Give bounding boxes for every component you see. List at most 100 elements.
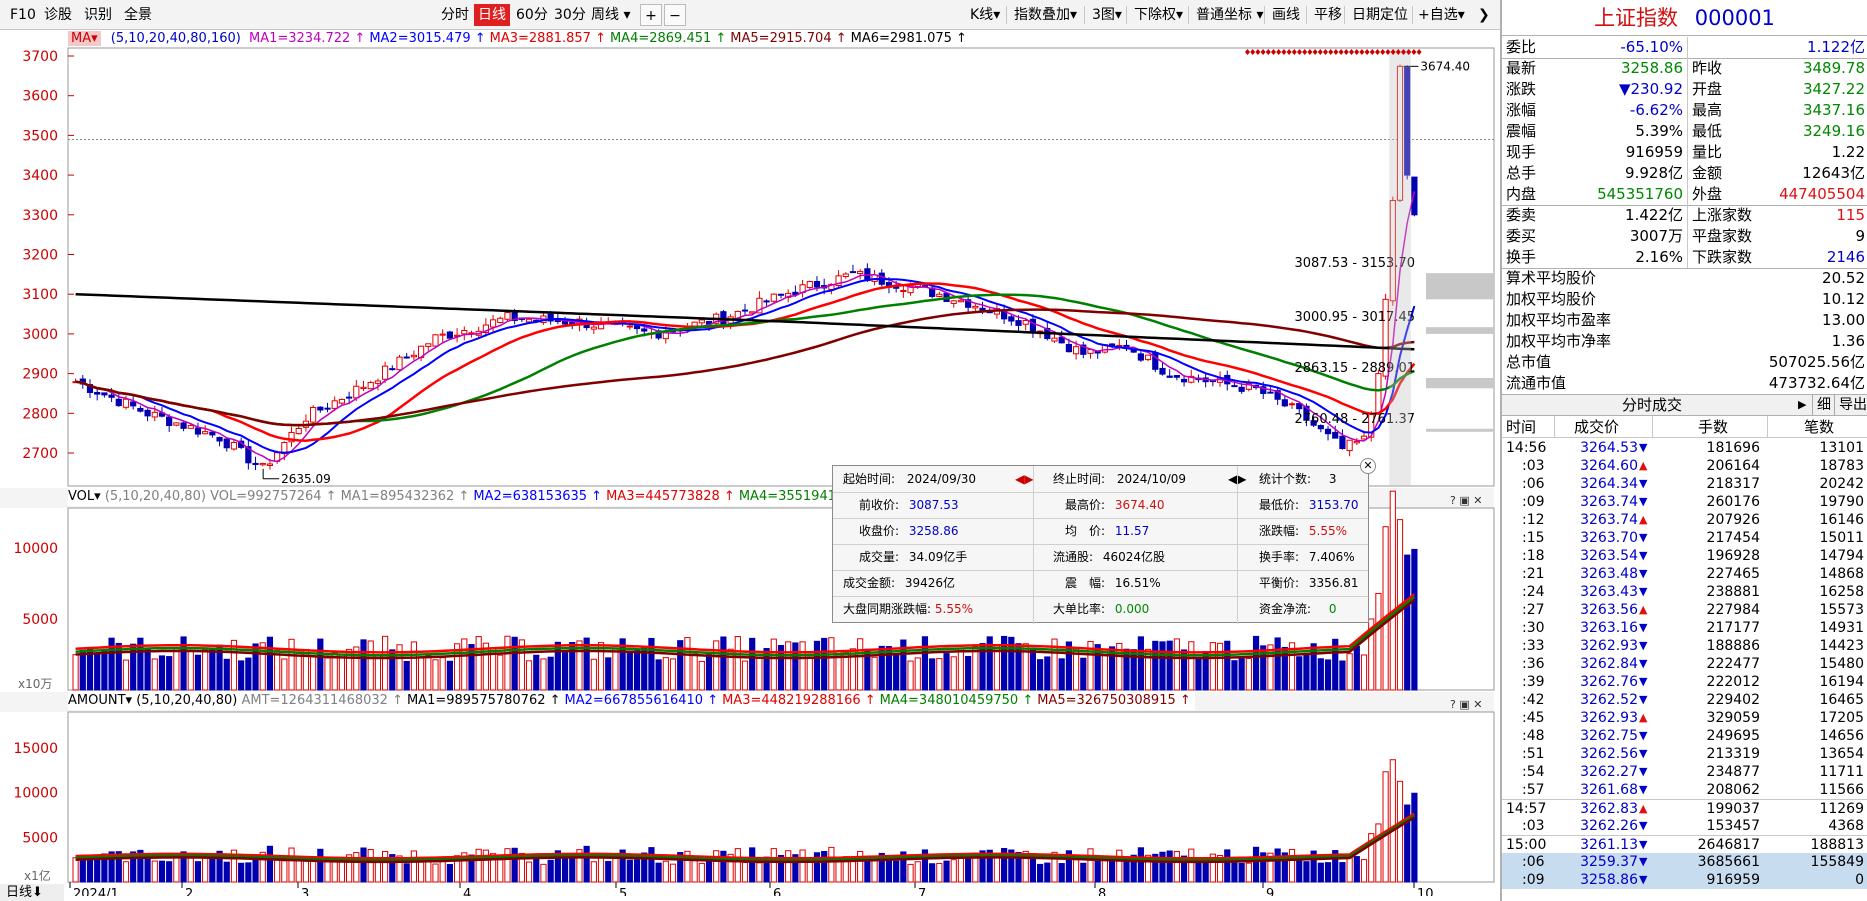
period-tab-weekly[interactable]: 周线 ▾ xyxy=(587,4,634,26)
candle-body xyxy=(806,281,813,288)
close-popup-icon[interactable]: ✕ xyxy=(1360,458,1376,474)
identify-button[interactable]: 识别 xyxy=(80,4,116,26)
trade-row[interactable]: :33 3262.93 ▼ 188886 14423 xyxy=(1502,637,1867,655)
add-favorite-label: +自选 xyxy=(1418,7,1458,23)
trade-row[interactable]: :18 3263.54 ▼ 196928 14794 xyxy=(1502,547,1867,565)
quote-value: 3258.86 xyxy=(1620,59,1683,77)
quote-cell-0-0: 委比 -65.10% xyxy=(1502,37,1687,58)
trade-row[interactable]: :06 3259.37 ▼ 3685661 155849 xyxy=(1502,853,1867,871)
date-locate-button[interactable]: 日期定位 xyxy=(1348,4,1412,26)
collapse-icon[interactable]: ❯ xyxy=(1474,4,1494,26)
trade-time: :09 xyxy=(1522,872,1545,888)
amount-bar xyxy=(281,860,288,883)
start-time-stepper-icon[interactable]: ◀▶ xyxy=(1015,466,1033,492)
draw-line-button[interactable]: 画线 xyxy=(1268,4,1304,26)
trade-row[interactable]: 14:57 3262.83 ▲ 199037 11269 xyxy=(1502,799,1867,817)
trade-row[interactable]: :03 3264.60 ▲ 206164 18783 xyxy=(1502,457,1867,475)
vol-indicator-selector[interactable]: VOL▾ xyxy=(68,489,105,504)
trade-row[interactable]: :36 3262.84 ▼ 222477 15480 xyxy=(1502,655,1867,673)
close-value: 3258.86 xyxy=(908,524,959,538)
trade-row[interactable]: :09 3263.74 ▼ 260176 19790 xyxy=(1502,493,1867,511)
adjust-menu[interactable]: 下除权▾ xyxy=(1130,4,1187,26)
period-tab-30min[interactable]: 30分 xyxy=(550,4,590,26)
panorama-button[interactable]: 全景 xyxy=(120,4,156,26)
amount-value-2: MA1=989575780762 ↑ xyxy=(406,693,561,708)
amount-indicator-selector[interactable]: AMOUNT▾ xyxy=(68,693,136,708)
chart-canvas[interactable]: 3700360035003400330032003100300029002800… xyxy=(0,30,1500,896)
candle-body xyxy=(389,368,396,371)
trade-row[interactable]: :39 3262.76 ▼ 222012 16194 xyxy=(1502,673,1867,691)
selection-marker xyxy=(1411,49,1417,55)
amount-bar xyxy=(871,859,878,883)
candle-body xyxy=(1238,386,1245,392)
trade-row[interactable]: :24 3263.43 ▼ 238881 16258 xyxy=(1502,583,1867,601)
price-axis-label: 3500 xyxy=(22,128,58,144)
period-tab-60min[interactable]: 60分 xyxy=(512,4,552,26)
price-axis-label: 3300 xyxy=(22,208,58,224)
period-tab-minute[interactable]: 分时 xyxy=(437,4,473,26)
trade-time: :51 xyxy=(1522,746,1545,762)
trade-row[interactable]: :45 3262.93 ▲ 329059 17205 xyxy=(1502,709,1867,727)
play-icon[interactable]: ▶ xyxy=(1798,398,1806,411)
big-order-value: 0.000 xyxy=(1114,602,1150,616)
volume-bar xyxy=(525,660,533,691)
trade-count: 15480 xyxy=(1819,656,1864,672)
trade-row[interactable]: 14:56 3264.53 ▼ 181696 13101 xyxy=(1502,439,1867,457)
volume-bar xyxy=(1195,658,1202,691)
selection-marker xyxy=(1338,49,1344,55)
candle-body xyxy=(209,431,216,436)
down-arrow-icon: ▼ xyxy=(1639,495,1648,508)
vol-axis-label: 5000 xyxy=(22,612,58,628)
trade-row[interactable]: :57 3261.68 ▼ 208062 11566 xyxy=(1502,781,1867,799)
add-favorite-menu[interactable]: +自选▾ xyxy=(1414,4,1469,26)
selection-marker xyxy=(1271,49,1276,55)
index-overlay-menu[interactable]: 指数叠加▾ xyxy=(1010,4,1081,26)
trade-row[interactable]: :27 3263.56 ▲ 227984 15573 xyxy=(1502,601,1867,619)
candle-body xyxy=(1065,343,1073,353)
trade-row[interactable]: :06 3264.34 ▼ 218317 20242 xyxy=(1502,475,1867,493)
trade-row[interactable]: :15 3263.70 ▼ 217454 15011 xyxy=(1502,529,1867,547)
candle-body xyxy=(1346,439,1353,452)
amount-bar xyxy=(331,860,338,883)
zoom-in-button[interactable]: + xyxy=(640,4,662,26)
export-button[interactable]: 导出 xyxy=(1834,395,1867,415)
coordinate-menu[interactable]: 普通坐标 ▾ xyxy=(1192,4,1267,26)
pan-button[interactable]: 平移 xyxy=(1310,4,1346,26)
amount-label: 成交金额: xyxy=(843,576,896,590)
volume-bar xyxy=(367,640,374,691)
quote-label: 委卖 xyxy=(1506,206,1537,224)
quote-label: 总市值 xyxy=(1506,353,1552,371)
trade-row[interactable]: :09 3258.86 ▼ 916959 0 xyxy=(1502,871,1867,889)
period-indicator[interactable]: 日线⬇ xyxy=(0,884,64,901)
trade-volume: 260176 xyxy=(1706,494,1760,510)
trade-row[interactable]: :42 3262.52 ▼ 229402 16465 xyxy=(1502,691,1867,709)
trade-row[interactable]: 15:00 3261.13 ▼ 2646817 188813 xyxy=(1502,835,1867,853)
vol-axis-label: 10000 xyxy=(13,541,58,557)
period-tab-daily[interactable]: 日线 xyxy=(474,4,510,26)
date-axis-label: 10 xyxy=(1417,887,1434,896)
three-chart-menu[interactable]: 3图▾ xyxy=(1088,4,1126,26)
amount-bar xyxy=(511,847,518,883)
candle-body xyxy=(310,407,317,423)
trade-price: 3264.53 xyxy=(1580,440,1638,456)
trade-row[interactable]: :21 3263.48 ▼ 227465 14868 xyxy=(1502,565,1867,583)
close-label: 收盘价: xyxy=(859,524,900,538)
trade-row[interactable]: :51 3262.56 ▼ 213319 13654 xyxy=(1502,745,1867,763)
trade-row[interactable]: :03 3262.26 ▼ 153457 4368 xyxy=(1502,817,1867,835)
volume-bar xyxy=(1274,637,1281,691)
diagnose-button[interactable]: 诊股 xyxy=(40,4,76,26)
kline-menu[interactable]: K线▾ xyxy=(966,4,1004,26)
trade-row[interactable]: :30 3263.16 ▼ 217177 14931 xyxy=(1502,619,1867,637)
price-axis-label: 3700 xyxy=(22,49,58,65)
f10-button[interactable]: F10 xyxy=(6,4,40,26)
zoom-out-button[interactable]: − xyxy=(664,4,686,26)
trade-row[interactable]: :48 3262.75 ▼ 249695 14656 xyxy=(1502,727,1867,745)
quote-value: 447405504 xyxy=(1779,185,1865,203)
trade-volume: 222477 xyxy=(1706,656,1760,672)
amount-bar xyxy=(1087,848,1094,883)
quote-label: 加权平均市净率 xyxy=(1506,332,1612,350)
detail-button[interactable]: 细 xyxy=(1812,395,1831,415)
trade-row[interactable]: :12 3263.74 ▲ 207926 16146 xyxy=(1502,511,1867,529)
trade-price: 3262.93 xyxy=(1580,710,1638,726)
trade-row[interactable]: :54 3262.27 ▼ 234877 11711 xyxy=(1502,763,1867,781)
